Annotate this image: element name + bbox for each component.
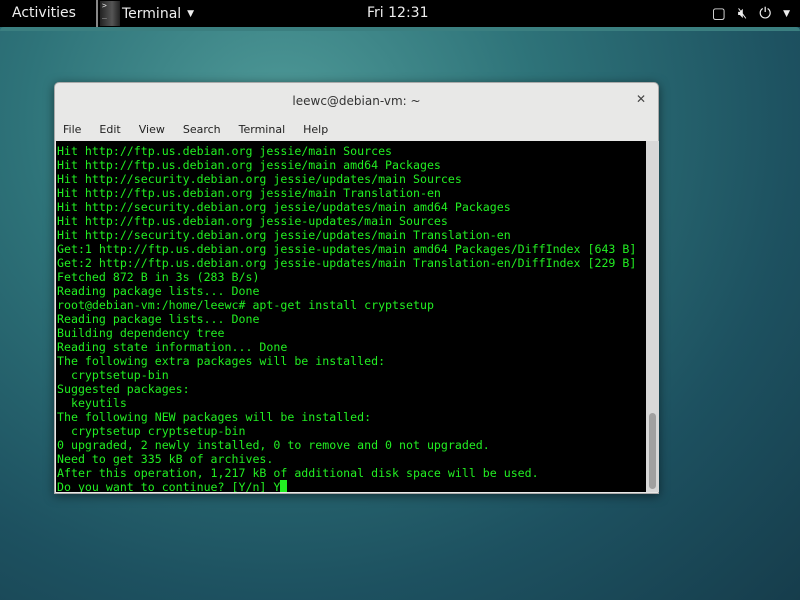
terminal-line-text: cryptsetup-bin bbox=[57, 368, 169, 382]
terminal-line: Hit http://security.debian.org jessie/up… bbox=[57, 200, 646, 214]
terminal-line: Building dependency tree bbox=[57, 326, 646, 340]
terminal-line: The following NEW packages will be insta… bbox=[57, 410, 646, 424]
menu-search[interactable]: Search bbox=[183, 119, 221, 141]
power-icon[interactable]: ⏻ bbox=[759, 4, 771, 24]
menu-edit[interactable]: Edit bbox=[99, 119, 120, 141]
app-menu-label: Terminal bbox=[122, 5, 182, 22]
terminal-line: cryptsetup cryptsetup-bin bbox=[57, 424, 646, 438]
terminal-line-text: root@debian-vm:/home/leewc# apt-get inst… bbox=[57, 298, 434, 312]
window-title: leewc@debian-vm: ~ bbox=[292, 94, 421, 108]
menu-file[interactable]: File bbox=[63, 119, 81, 141]
terminal-line-text: Reading package lists... Done bbox=[57, 284, 260, 298]
terminal-line: root@debian-vm:/home/leewc# apt-get inst… bbox=[57, 298, 646, 312]
system-tray[interactable]: ▢ 🔇︎ ⏻ ▼ bbox=[712, 4, 790, 24]
menu-help[interactable]: Help bbox=[303, 119, 328, 141]
terminal-cursor bbox=[280, 480, 288, 492]
terminal-line-text: Hit http://ftp.us.debian.org jessie/main… bbox=[57, 186, 441, 200]
terminal-line: Suggested packages: bbox=[57, 382, 646, 396]
top-bar: Activities > _ Terminal ▼ Fri 12:31 ▢ 🔇︎ … bbox=[0, 0, 800, 27]
terminal-line-text: cryptsetup cryptsetup-bin bbox=[57, 424, 246, 438]
clock[interactable]: Fri 12:31 bbox=[367, 5, 428, 21]
chevron-down-icon: ▼ bbox=[187, 8, 195, 19]
terminal-line-text: After this operation, 1,217 kB of additi… bbox=[57, 466, 539, 480]
terminal-line: Get:1 http://ftp.us.debian.org jessie-up… bbox=[57, 242, 646, 256]
terminal-line-text: Hit http://security.debian.org jessie/up… bbox=[57, 200, 511, 214]
terminal-line: Hit http://ftp.us.debian.org jessie/main… bbox=[57, 186, 646, 200]
terminal-line: cryptsetup-bin bbox=[57, 368, 646, 382]
volume-muted-icon[interactable]: 🔇︎ bbox=[738, 4, 747, 24]
terminal-line-text: Building dependency tree bbox=[57, 326, 225, 340]
terminal-line-text: Get:2 http://ftp.us.debian.org jessie-up… bbox=[57, 256, 637, 270]
terminal-line: The following extra packages will be ins… bbox=[57, 354, 646, 368]
terminal-line: Hit http://security.debian.org jessie/up… bbox=[57, 172, 646, 186]
terminal-line: Hit http://ftp.us.debian.org jessie-upda… bbox=[57, 214, 646, 228]
scrollbar-thumb[interactable] bbox=[649, 413, 656, 489]
terminal-line-text: Reading state information... Done bbox=[57, 340, 288, 354]
terminal-line: Reading package lists... Done bbox=[57, 284, 646, 298]
menu-view[interactable]: View bbox=[139, 119, 165, 141]
terminal-line-text: The following NEW packages will be insta… bbox=[57, 410, 372, 424]
terminal-line-text: keyutils bbox=[57, 396, 127, 410]
terminal-line-text: Suggested packages: bbox=[57, 382, 190, 396]
scrollbar[interactable] bbox=[646, 141, 659, 492]
terminal-line: After this operation, 1,217 kB of additi… bbox=[57, 466, 646, 480]
terminal-line: Reading package lists... Done bbox=[57, 312, 646, 326]
terminal-line: keyutils bbox=[57, 396, 646, 410]
terminal-line: Reading state information... Done bbox=[57, 340, 646, 354]
terminal-line-text: 0 upgraded, 2 newly installed, 0 to remo… bbox=[57, 438, 490, 452]
terminal-line: 0 upgraded, 2 newly installed, 0 to remo… bbox=[57, 438, 646, 452]
terminal-line: Fetched 872 B in 3s (283 B/s) bbox=[57, 270, 646, 284]
terminal-line: Get:2 http://ftp.us.debian.org jessie-up… bbox=[57, 256, 646, 270]
terminal-window: leewc@debian-vm: ~ ✕ File Edit View Sear… bbox=[54, 82, 659, 494]
terminal-line-text: Hit http://security.debian.org jessie/up… bbox=[57, 172, 462, 186]
terminal-line-text: Do you want to continue? [Y/n] Y bbox=[57, 480, 281, 492]
desktop-edge bbox=[0, 27, 800, 31]
terminal-line: Do you want to continue? [Y/n] Y bbox=[57, 480, 646, 492]
terminal-line-text: Hit http://ftp.us.debian.org jessie/main… bbox=[57, 144, 393, 158]
terminal-line-text: Hit http://ftp.us.debian.org jessie-upda… bbox=[57, 214, 448, 228]
terminal-line: Hit http://ftp.us.debian.org jessie/main… bbox=[57, 144, 646, 158]
terminal-line-text: Fetched 872 B in 3s (283 B/s) bbox=[57, 270, 260, 284]
terminal-line-text: Get:1 http://ftp.us.debian.org jessie-up… bbox=[57, 242, 637, 256]
terminal-output[interactable]: Hit http://ftp.us.debian.org jessie/main… bbox=[56, 141, 646, 492]
terminal-app-icon: > _ bbox=[100, 1, 120, 26]
terminal-line-text: Reading package lists... Done bbox=[57, 312, 260, 326]
terminal-line: Hit http://security.debian.org jessie/up… bbox=[57, 228, 646, 242]
terminal-line: Need to get 335 kB of archives. bbox=[57, 452, 646, 466]
menu-terminal[interactable]: Terminal bbox=[239, 119, 286, 141]
chevron-down-icon[interactable]: ▼ bbox=[783, 4, 790, 24]
menu-bar: File Edit View Search Terminal Help bbox=[55, 119, 658, 141]
terminal-line-text: Hit http://ftp.us.debian.org jessie/main… bbox=[57, 158, 441, 172]
terminal-line-text: Need to get 335 kB of archives. bbox=[57, 452, 274, 466]
terminal-line-text: Hit http://security.debian.org jessie/up… bbox=[57, 228, 511, 242]
close-icon[interactable]: ✕ bbox=[636, 92, 646, 106]
terminal-line: Hit http://ftp.us.debian.org jessie/main… bbox=[57, 158, 646, 172]
activities-button[interactable]: Activities bbox=[12, 5, 76, 21]
app-menu-button[interactable]: > _ Terminal ▼ bbox=[96, 0, 194, 27]
terminal-line-text: The following extra packages will be ins… bbox=[57, 354, 386, 368]
window-icon[interactable]: ▢ bbox=[712, 4, 726, 24]
